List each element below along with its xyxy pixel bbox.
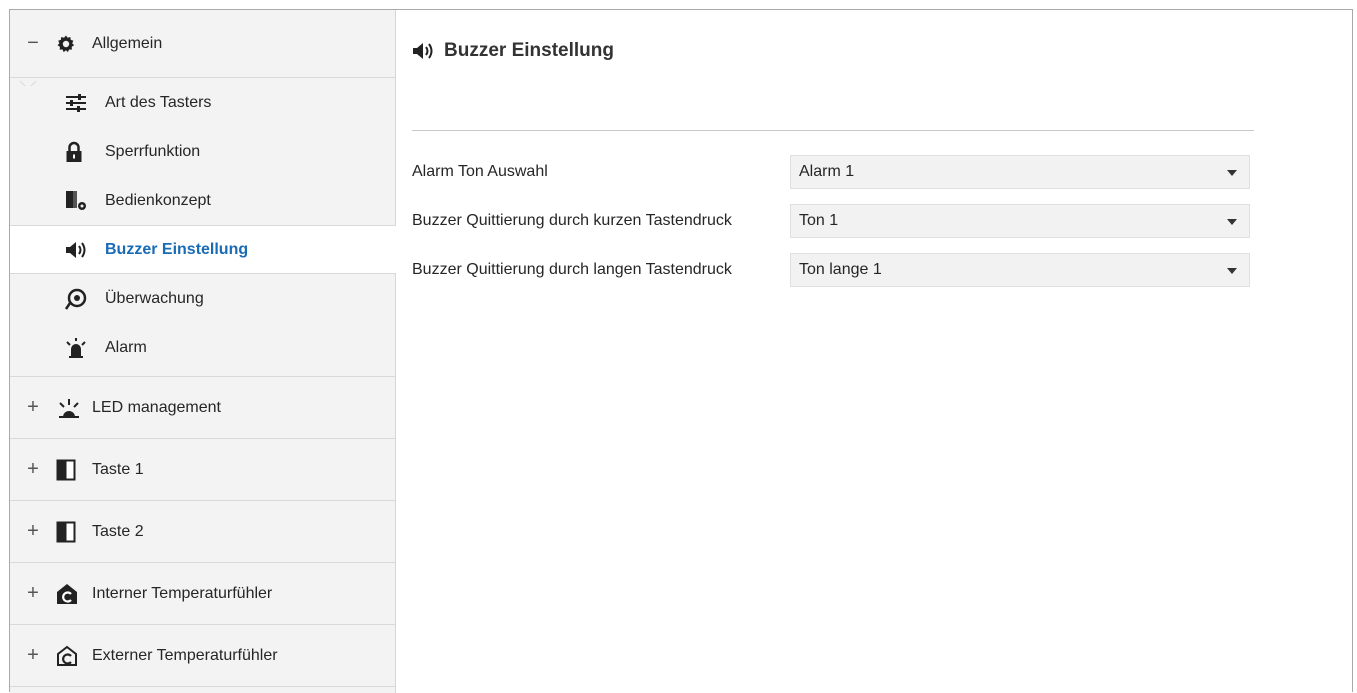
sidebar: − Allgemein Art des Tasters Sperrfunktio… [10, 10, 396, 693]
sidebar-item-label: Sperrfunktion [105, 142, 201, 160]
setting-row-kurz: Buzzer Quittierung durch kurzen Tastendr… [412, 203, 1254, 239]
expand-toggle[interactable]: + [10, 520, 56, 543]
expand-toggle[interactable]: + [10, 396, 56, 419]
sidebar-group-taste-1[interactable]: + Taste 1 [10, 439, 395, 501]
sidebar-item-label: Bedienkonzept [105, 191, 211, 209]
sidebar-item-alarm[interactable]: Alarm [10, 323, 395, 372]
sidebar-item-label: Überwachung [105, 289, 204, 307]
divider [412, 130, 1254, 131]
setting-label: Alarm Ton Auswahl [412, 163, 548, 180]
short-press-tone-select[interactable]: Ton 1 [790, 204, 1250, 238]
sidebar-item-buzzer-einstellung[interactable]: Buzzer Einstellung [10, 225, 396, 274]
alarm-tone-select[interactable]: Alarm 1 [790, 155, 1250, 189]
setting-label: Buzzer Quittierung durch langen Tastendr… [412, 261, 732, 278]
sidebar-item-art-des-tasters[interactable]: Art des Tasters [10, 78, 395, 127]
chevron-down-icon [1227, 170, 1237, 176]
sidebar-sub-list: Art des Tasters Sperrfunktion Bedienkonz… [10, 78, 396, 377]
page-title: Buzzer Einstellung [412, 40, 614, 62]
operating-concept-icon [65, 190, 105, 212]
select-value: Alarm 1 [799, 163, 855, 180]
sidebar-group-interner-temperaturfuehler[interactable]: + Interner Temperaturfühler [10, 563, 395, 625]
sidebar-item-label: Buzzer Einstellung [105, 240, 249, 258]
sidebar-group-label: Externer Temperaturfühler [92, 646, 278, 664]
button-half-icon [56, 521, 92, 543]
page-title-text: Buzzer Einstellung [444, 40, 614, 61]
sidebar-group-label: Taste 1 [92, 460, 144, 478]
main-panel: Buzzer Einstellung Alarm Ton Auswahl Ala… [396, 10, 1352, 692]
sidebar-item-bedienkonzept[interactable]: Bedienkonzept [10, 176, 395, 225]
expand-toggle[interactable]: + [10, 644, 56, 667]
expand-toggle[interactable]: + [10, 582, 56, 605]
monitoring-eye-icon [65, 288, 105, 310]
app-window: − Allgemein Art des Tasters Sperrfunktio… [9, 9, 1353, 693]
collapse-toggle[interactable]: − [10, 32, 56, 55]
sidebar-item-label: Alarm [105, 338, 147, 356]
external-temp-sensor-icon [56, 645, 92, 667]
sidebar-group-label: Taste 2 [92, 522, 144, 540]
chevron-down-icon [1227, 268, 1237, 274]
select-value: Ton lange 1 [799, 261, 882, 278]
expand-toggle[interactable]: + [10, 458, 56, 481]
sidebar-group-taste-2[interactable]: + Taste 2 [10, 501, 395, 563]
alarm-light-icon [65, 337, 105, 359]
sidebar-group-externer-temperaturfuehler[interactable]: + Externer Temperaturfühler [10, 625, 395, 687]
setting-row-lang: Buzzer Quittierung durch langen Tastendr… [412, 252, 1254, 288]
led-icon [56, 397, 92, 419]
sidebar-item-ueberwachung[interactable]: Überwachung [10, 274, 395, 323]
select-value: Ton 1 [799, 212, 839, 229]
sidebar-group-led-management[interactable]: + LED management [10, 377, 395, 439]
lock-icon [65, 141, 105, 163]
setting-label: Buzzer Quittierung durch kurzen Tastendr… [412, 212, 732, 229]
setting-row-alarm-ton: Alarm Ton Auswahl Alarm 1 [412, 154, 1254, 190]
sidebar-group-label: LED management [92, 398, 221, 416]
sliders-icon [65, 93, 105, 113]
internal-temp-sensor-icon [56, 583, 92, 605]
sidebar-item-sperrfunktion[interactable]: Sperrfunktion [10, 127, 395, 176]
gear-icon [56, 34, 92, 54]
chevron-down-icon [1227, 219, 1237, 225]
speaker-icon [65, 240, 105, 260]
sidebar-group-allgemein[interactable]: − Allgemein [10, 10, 395, 86]
sidebar-group-label: Allgemein [92, 34, 163, 52]
button-half-icon [56, 459, 92, 481]
long-press-tone-select[interactable]: Ton lange 1 [790, 253, 1250, 287]
sidebar-group-label: Interner Temperaturfühler [92, 584, 273, 602]
sidebar-item-label: Art des Tasters [105, 93, 212, 111]
speaker-icon [412, 40, 438, 62]
